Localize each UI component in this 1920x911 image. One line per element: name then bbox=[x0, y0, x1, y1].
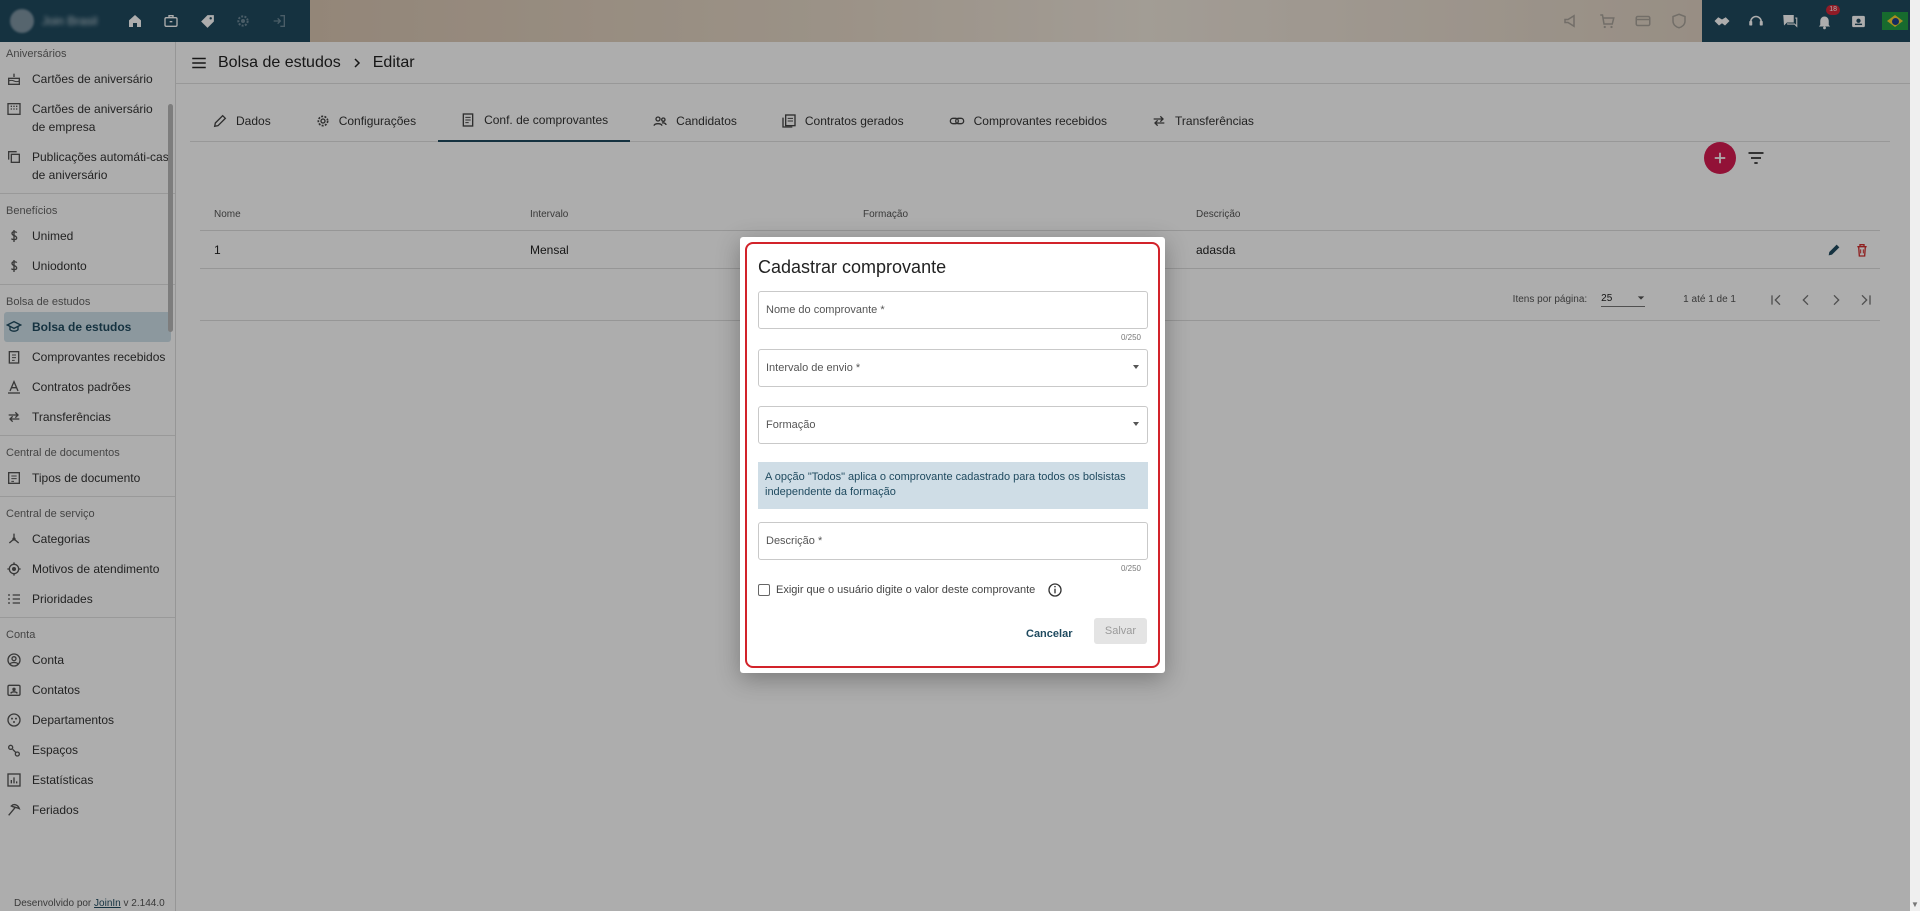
cancel-button[interactable]: Cancelar bbox=[1026, 628, 1072, 640]
dialog-title: Cadastrar comprovante bbox=[758, 257, 947, 277]
cadastrar-comprovante-dialog: Cadastrar comprovante Nome do comprovant… bbox=[740, 237, 1165, 673]
scroll-down-icon[interactable]: ▼ bbox=[1911, 900, 1919, 909]
descricao-field[interactable]: Descrição * bbox=[758, 522, 1148, 560]
dropdown-caret-icon bbox=[1133, 365, 1139, 369]
descricao-label: Descrição * bbox=[766, 535, 823, 547]
intervalo-envio-label: Intervalo de envio * bbox=[766, 362, 861, 374]
info-notice: A opção "Todos" aplica o comprovante cad… bbox=[758, 462, 1148, 509]
exigir-valor-checkbox[interactable] bbox=[758, 584, 770, 596]
intervalo-envio-select[interactable]: Intervalo de envio * bbox=[758, 349, 1148, 387]
nome-comprovante-field[interactable]: Nome do comprovante * bbox=[758, 291, 1148, 329]
save-button[interactable]: Salvar bbox=[1094, 618, 1147, 644]
exigir-valor-label[interactable]: Exigir que o usuário digite o valor dest… bbox=[776, 584, 1035, 596]
page-scrollbar[interactable]: ▼ bbox=[1910, 0, 1920, 911]
dropdown-caret-icon bbox=[1133, 422, 1139, 426]
exigir-valor-row: Exigir que o usuário digite o valor dest… bbox=[758, 582, 1063, 598]
nome-comprovante-label: Nome do comprovante * bbox=[766, 304, 885, 316]
nome-comprovante-counter: 0/250 bbox=[1120, 333, 1141, 342]
descricao-counter: 0/250 bbox=[1120, 564, 1141, 573]
info-icon[interactable] bbox=[1047, 582, 1063, 598]
formacao-label: Formação bbox=[766, 419, 816, 431]
formacao-select[interactable]: Formação bbox=[758, 406, 1148, 444]
